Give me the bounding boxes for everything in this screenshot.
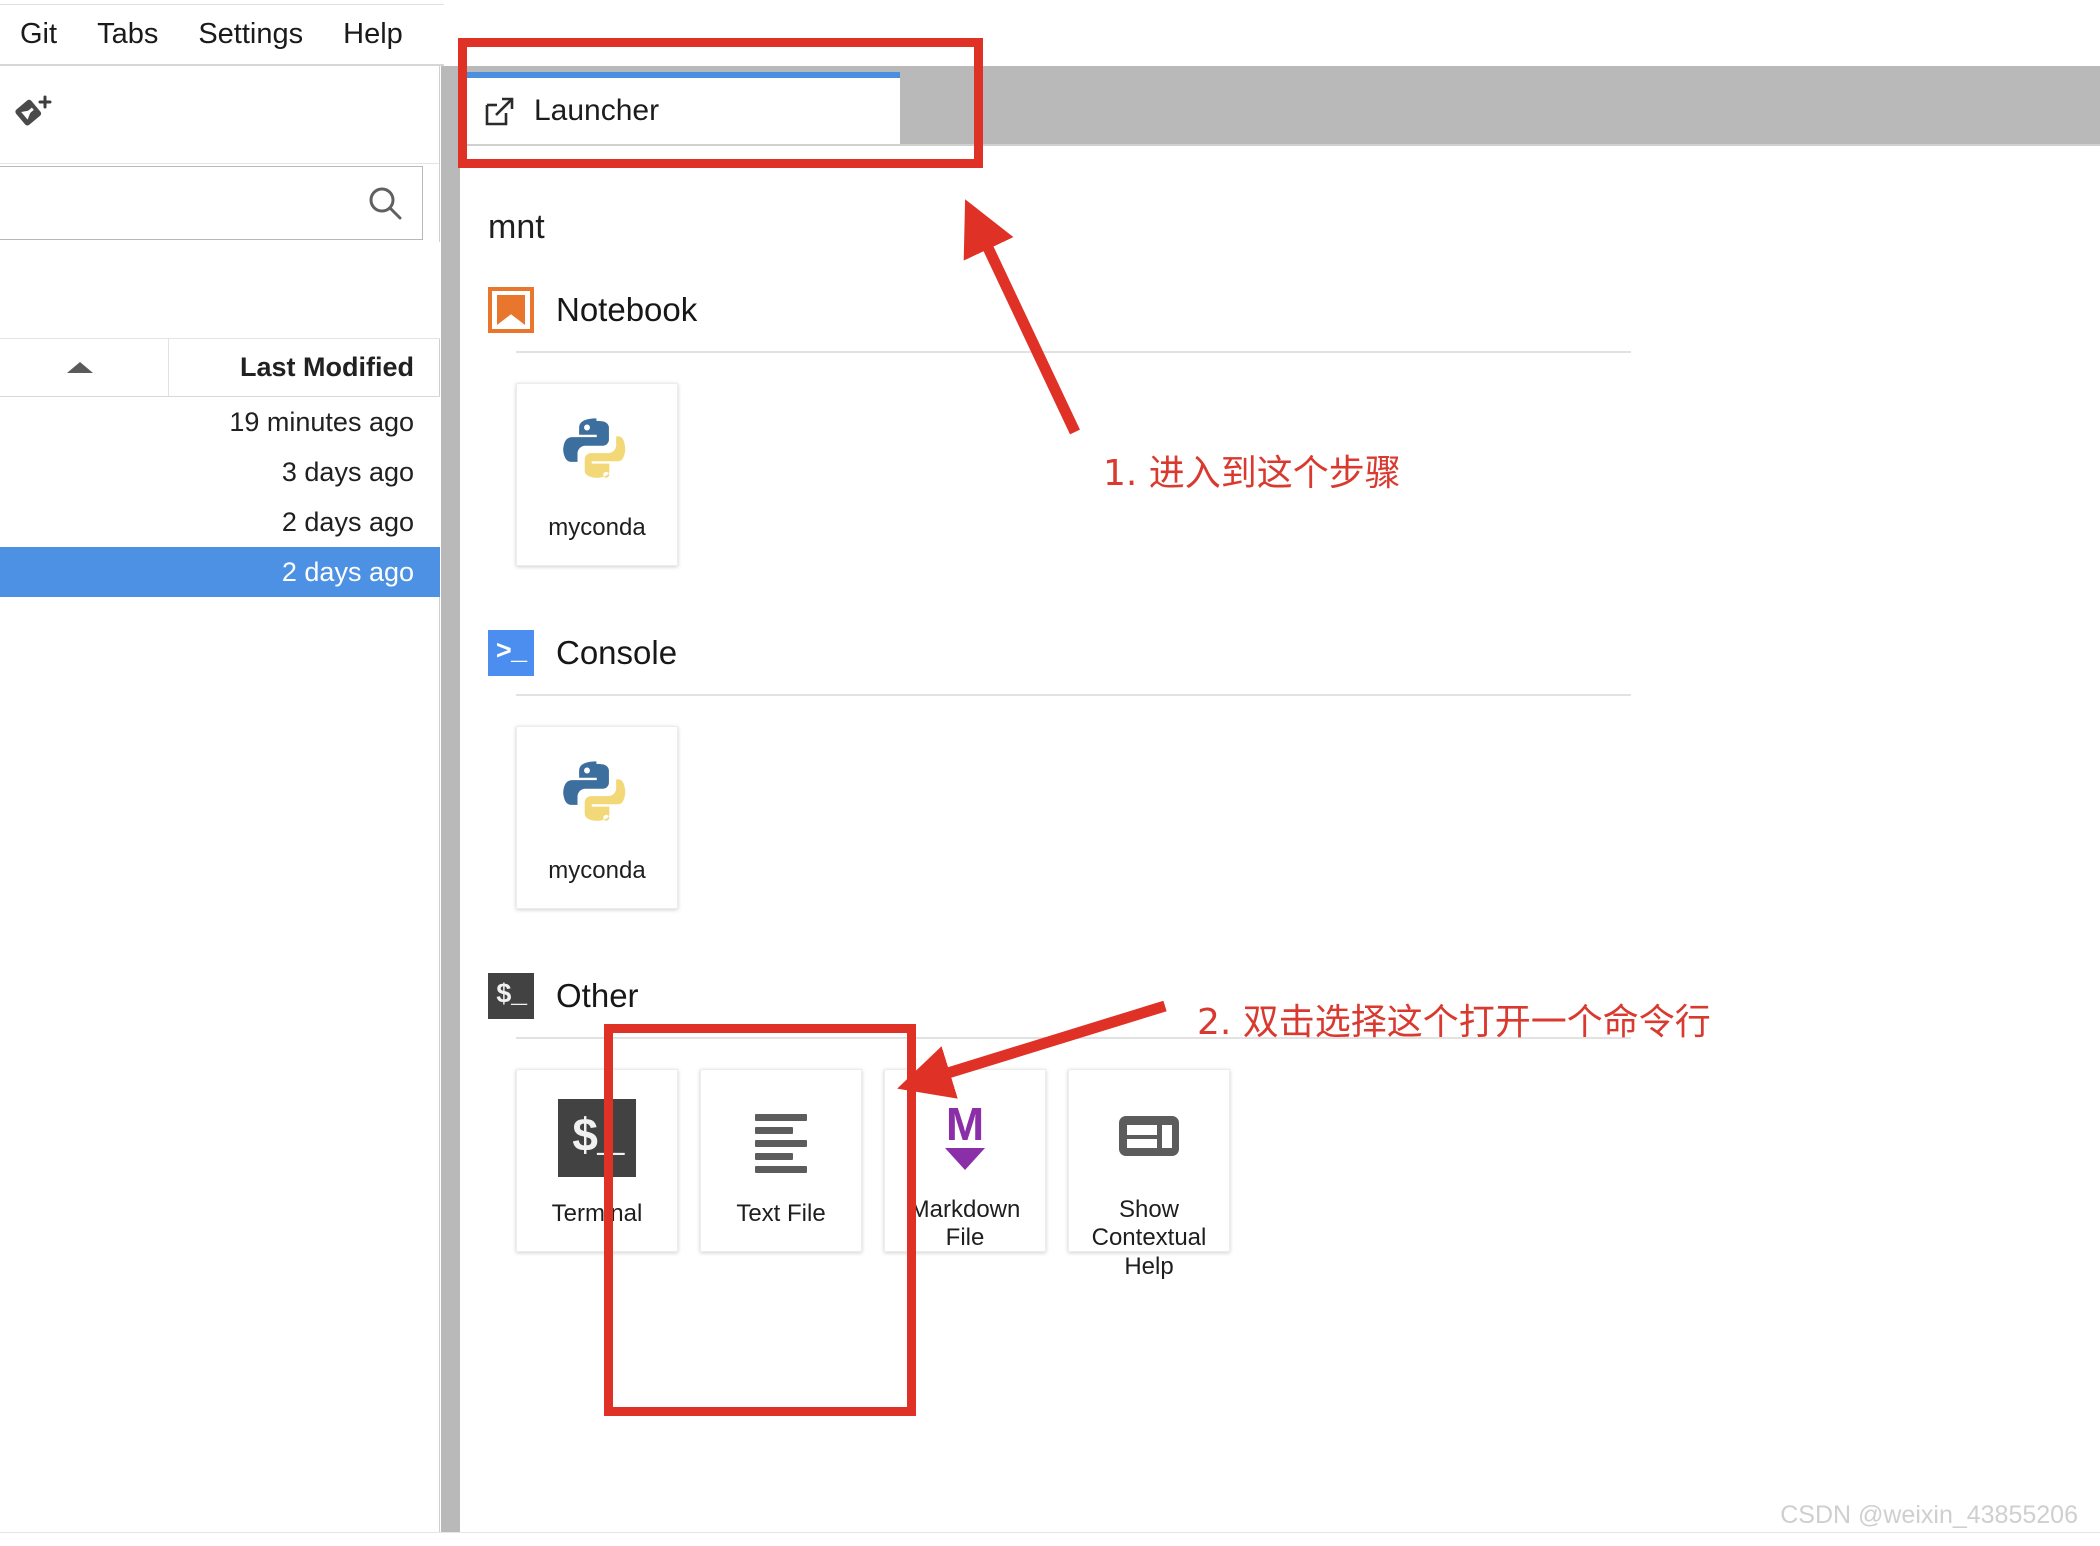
table-row[interactable]: 2 days ago [0,497,440,547]
file-list-column-name[interactable] [0,339,169,396]
launcher-card-label: Show Contextual Help [1091,1196,1207,1280]
terminal-prompt-icon: $_ [488,973,534,1019]
sidebar-breadcrumb-area [0,242,440,339]
sidebar-toolbar [0,66,439,164]
dock-gutter [441,66,460,1546]
file-last-modified: 3 days ago [281,456,414,487]
file-last-modified: 2 days ago [281,506,414,537]
tab-label: Launcher [534,94,660,127]
section-title: Console [556,634,678,671]
launcher-card-text-file[interactable]: Text File [700,1069,862,1252]
section-divider [516,694,1631,696]
launcher-card-label: Text File [736,1200,826,1227]
menu-item-tabs[interactable]: Tabs [77,14,178,55]
launcher-card-myconda-console[interactable]: myconda [516,726,678,909]
text-file-icon [739,1096,823,1180]
app-root: Git Tabs Settings Help Last Modified 19 … [0,0,2100,1546]
table-row[interactable]: 3 days ago [0,447,440,497]
table-row[interactable]: 19 minutes ago [0,397,440,447]
launcher-external-link-icon [482,94,516,128]
section-title: Other [556,977,639,1014]
python-logo-icon [555,410,639,494]
tab-launcher[interactable]: Launcher [460,72,900,144]
search-icon [366,184,404,222]
launcher-card-myconda-notebook[interactable]: myconda [516,383,678,566]
menu-bar: Git Tabs Settings Help [0,4,444,64]
launcher-card-markdown-file[interactable]: M Markdown File [884,1069,1046,1252]
annotation-step-1: 1. 进入到这个步骤 [1103,453,1401,494]
sort-ascending-caret-icon [67,362,93,373]
file-browser-sidebar: Last Modified 19 minutes ago 3 days ago … [0,66,440,1546]
menu-item-settings[interactable]: Settings [178,14,323,55]
file-list-header: Last Modified [0,339,440,397]
markdown-icon: M [923,1096,1007,1176]
contextual-help-icon [1107,1096,1191,1176]
jupyter-notebook-icon [488,287,534,333]
launcher-card-label: Markdown File [909,1196,1021,1252]
section-title: Notebook [556,291,698,328]
launcher-card-label: Terminal [551,1200,643,1227]
section-header: >_ Console [488,630,2100,676]
window-bottom-edge [0,1532,2100,1546]
launcher-card-row: $_ Terminal Text File M Markdown File Sh… [516,1069,2100,1280]
file-list: 19 minutes ago 3 days ago 2 days ago 2 d… [0,397,440,597]
launcher-card-label: myconda [548,857,646,884]
python-logo-icon [555,753,639,837]
launcher-cwd-label: mnt [488,208,545,246]
launcher-section-notebook: Notebook myconda [488,287,2100,566]
table-row-selected[interactable]: 2 days ago [0,547,440,597]
terminal-icon: $_ [555,1096,639,1180]
file-last-modified: 19 minutes ago [229,406,414,437]
svg-text:M: M [946,1098,984,1150]
section-divider [516,351,1631,353]
search-input[interactable] [0,166,423,240]
dock-area: Launcher mnt Notebook myconda >_ Console… [460,66,2100,1546]
file-list-column-last-modified[interactable]: Last Modified [169,339,440,396]
launcher-card-label: myconda [548,514,646,541]
launcher-panel: mnt Notebook myconda >_ Console myconda … [460,146,2100,1546]
git-new-branch-icon[interactable] [12,93,52,133]
console-prompt-icon: >_ [488,630,534,676]
annotation-step-2: 2. 双击选择这个打开一个命令行 [1197,1002,1711,1043]
csdn-watermark: CSDN @weixin_43855206 [1780,1501,2078,1529]
file-last-modified: 2 days ago [281,556,414,587]
launcher-card-row: myconda [516,726,2100,909]
menu-item-git[interactable]: Git [0,14,77,55]
menu-item-help[interactable]: Help [323,14,423,55]
launcher-section-console: >_ Console myconda [488,630,2100,909]
section-header: Notebook [488,287,2100,333]
launcher-card-terminal[interactable]: $_ Terminal [516,1069,678,1252]
tab-bar: Launcher [460,66,2100,144]
launcher-card-show-contextual-help[interactable]: Show Contextual Help [1068,1069,1230,1280]
